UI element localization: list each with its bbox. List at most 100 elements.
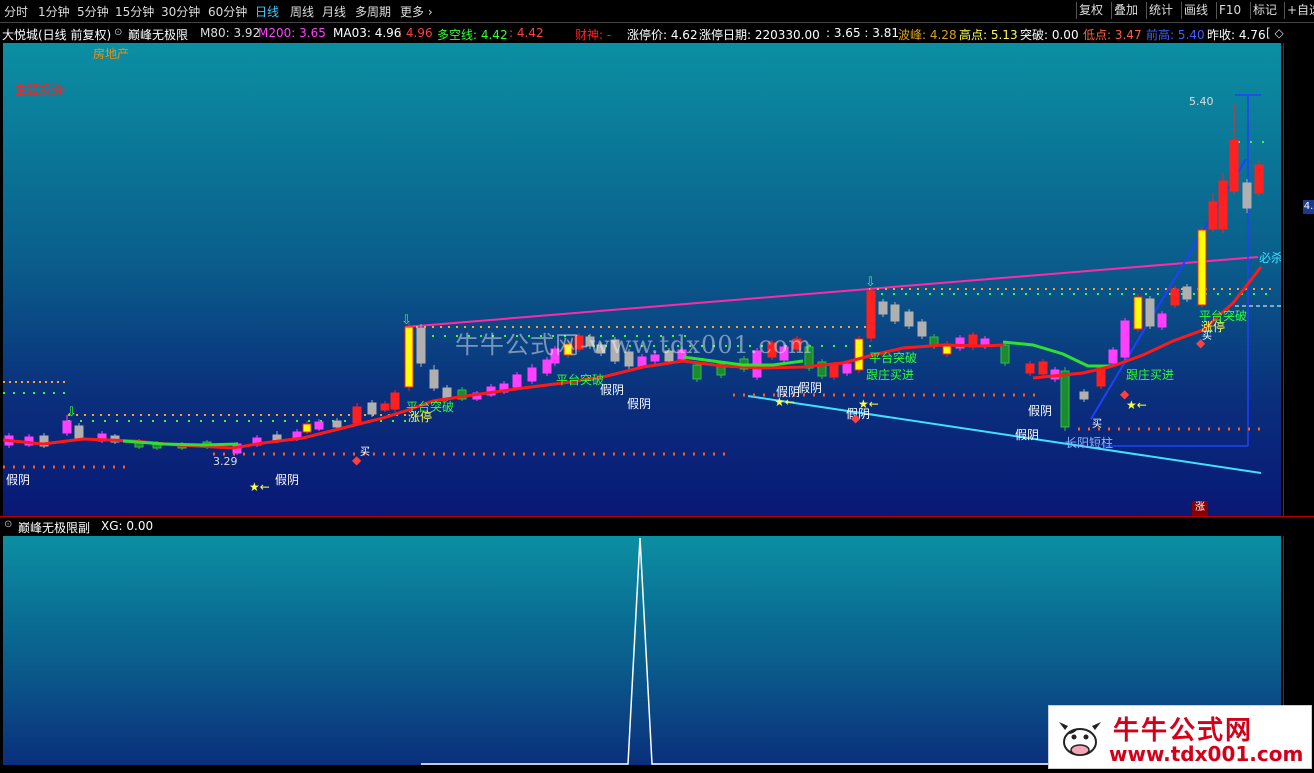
overlay-button[interactable]: 叠加 <box>1111 2 1140 19</box>
site-logo: 牛牛公式网 www.tdx001.com <box>1048 705 1312 769</box>
period-tab-monthly[interactable]: 月线 <box>322 3 346 20</box>
candle-body <box>842 363 852 374</box>
sector-label: 房地产 <box>93 47 130 61</box>
indicator-name[interactable]: 巅峰无极限 <box>128 26 188 43</box>
candle-body <box>332 420 342 428</box>
xg-value: XG: 0.00 <box>101 519 154 533</box>
zhangting-label-1: 涨停 <box>408 410 433 424</box>
candle-body <box>416 327 426 364</box>
diamond-icon-3: ◆ <box>1196 336 1206 350</box>
f10-button[interactable]: F10 <box>1216 2 1243 19</box>
candle-body <box>380 403 390 411</box>
pingtai-label-3: 平台突破 <box>869 351 918 365</box>
candle-body <box>1038 361 1048 375</box>
sub-dropdown-icon[interactable]: ⊙ <box>4 519 12 530</box>
period-tab-15min[interactable]: 15分钟 <box>115 3 154 20</box>
candle-body <box>866 290 876 339</box>
m80-value: M80: 3.92 <box>200 26 261 40</box>
candle-body <box>692 364 702 380</box>
candle-body <box>829 364 839 378</box>
genzhuang-label-2: 跟庄买进 <box>1126 368 1175 382</box>
period-tab-1min[interactable]: 1分钟 <box>38 3 70 20</box>
period-tab-5min[interactable]: 5分钟 <box>77 3 109 20</box>
period-tab-60min[interactable]: 60分钟 <box>208 3 247 20</box>
logo-url: www.tdx001.com <box>1109 742 1304 766</box>
jiayin-label-1: 假阴 <box>6 473 31 487</box>
candle-body <box>429 369 439 389</box>
candle-body <box>314 421 324 430</box>
misc-values: : 3.65 : 3.81 <box>826 26 899 40</box>
add-watchlist-button[interactable]: +自选 <box>1284 2 1314 19</box>
jiayin-label-3: 假阴 <box>600 383 625 397</box>
period-tab-daily[interactable]: 日线 <box>255 3 279 20</box>
genzhuang-label-1: 跟庄买进 <box>866 368 915 382</box>
sub-indicator-name[interactable]: 巅峰无极限副 <box>18 519 90 536</box>
bofeng-value: 波峰: 4.28 <box>898 28 957 42</box>
candle-body <box>1025 363 1035 374</box>
watermark-text: 牛牛公式网-www.tdx001.com <box>455 331 813 359</box>
zhang-badge: 涨 <box>1192 501 1208 515</box>
period-tab-30min[interactable]: 30分钟 <box>161 3 200 20</box>
dropdown-circle-icon[interactable]: ⊙ <box>114 27 122 38</box>
star-icon-2: ★← <box>774 395 795 409</box>
m200-value: M200: 3.65 <box>258 26 326 40</box>
candle-body <box>1182 286 1192 300</box>
mai-label-1: 买 <box>360 447 370 458</box>
ma03-value: MA03: 4.96 <box>333 26 402 40</box>
diamond-icon-4: ◆ <box>851 411 861 425</box>
resistance-line-pink <box>404 256 1259 328</box>
candle-body <box>352 406 362 424</box>
down-arrow-icon-3: ⇩ <box>865 275 876 290</box>
bisha-label: 必杀攻击 <box>1259 251 1281 265</box>
jiayin-label-4: 假阴 <box>627 397 652 411</box>
candle-body <box>1229 139 1239 192</box>
pingtai-label-2: 平台突破 <box>556 373 605 387</box>
jiayin-label-2: 假阴 <box>275 473 300 487</box>
candle-body <box>1133 296 1143 330</box>
period-tab-fenshi[interactable]: 分时 <box>4 3 28 20</box>
jiayin-label-9: 假阴 <box>1015 428 1040 442</box>
mai-label-2: 买 <box>1092 419 1102 430</box>
star-icon-3: ★← <box>858 397 879 411</box>
stock-title: 大悦城(日线 前复权) <box>2 28 112 42</box>
changyang-label: 长阳短柱 <box>1065 436 1114 450</box>
indicator-info-bar: 大悦城(日线 前复权) ⊙ 巅峰无极限 M80: 3.92 M200: 3.65… <box>0 23 1314 43</box>
jiayin-label-8: 假阴 <box>1028 404 1053 418</box>
support-line-cyan <box>747 395 1262 474</box>
period-tab-weekly[interactable]: 周线 <box>290 3 314 20</box>
xg-signal-line <box>421 537 1053 765</box>
candle-body <box>1254 164 1264 194</box>
diamond-icon-2: ◆ <box>1120 387 1130 401</box>
candle-body <box>512 374 522 388</box>
price-axis <box>1283 43 1314 516</box>
candle-body <box>1079 391 1089 400</box>
candle-body <box>302 423 312 433</box>
period-toolbar: 分时 1分钟 5分钟 15分钟 30分钟 60分钟 日线 周线 月线 多周期 更… <box>0 0 1314 23</box>
mark-button[interactable]: 标记 <box>1250 2 1279 19</box>
period-tab-more[interactable]: 更多 › <box>400 3 433 20</box>
candle-body <box>62 420 72 434</box>
candle-body <box>890 304 900 322</box>
candle-body <box>1060 370 1070 428</box>
zt-price-value: 涨停价: 4.62 <box>627 28 698 42</box>
didian-value: 低点: 3.47 <box>1083 28 1142 42</box>
price-axis-badge: 4. <box>1303 200 1314 214</box>
star-icon-1: ★← <box>249 480 270 494</box>
candle-body <box>1157 313 1167 328</box>
price-low-label: 3.29 <box>213 455 238 468</box>
period-tab-multi[interactable]: 多周期 <box>355 3 391 20</box>
candle-body <box>1145 298 1155 327</box>
candle-body <box>542 359 552 374</box>
fuquan-button[interactable]: 复权 <box>1076 2 1105 19</box>
kline-chart-panel[interactable]: 5.40 3.29 房地产 主题投资: 必杀攻击 平台突破 涨停 平台突破 平台… <box>3 43 1281 516</box>
draw-button[interactable]: 画线 <box>1181 2 1210 19</box>
jiayin-label-6: 假阴 <box>798 381 823 395</box>
candle-body <box>1108 349 1118 364</box>
duokong-value: 多空线: 4.42 <box>437 28 508 42</box>
candle-body <box>404 326 414 388</box>
diamond-icon-1: ◆ <box>352 453 362 467</box>
stats-button[interactable]: 统计 <box>1146 2 1175 19</box>
candle-body <box>74 425 84 439</box>
candle-body <box>1218 180 1228 230</box>
zt-date-value: 涨停日期: 220330.00 <box>699 28 820 42</box>
